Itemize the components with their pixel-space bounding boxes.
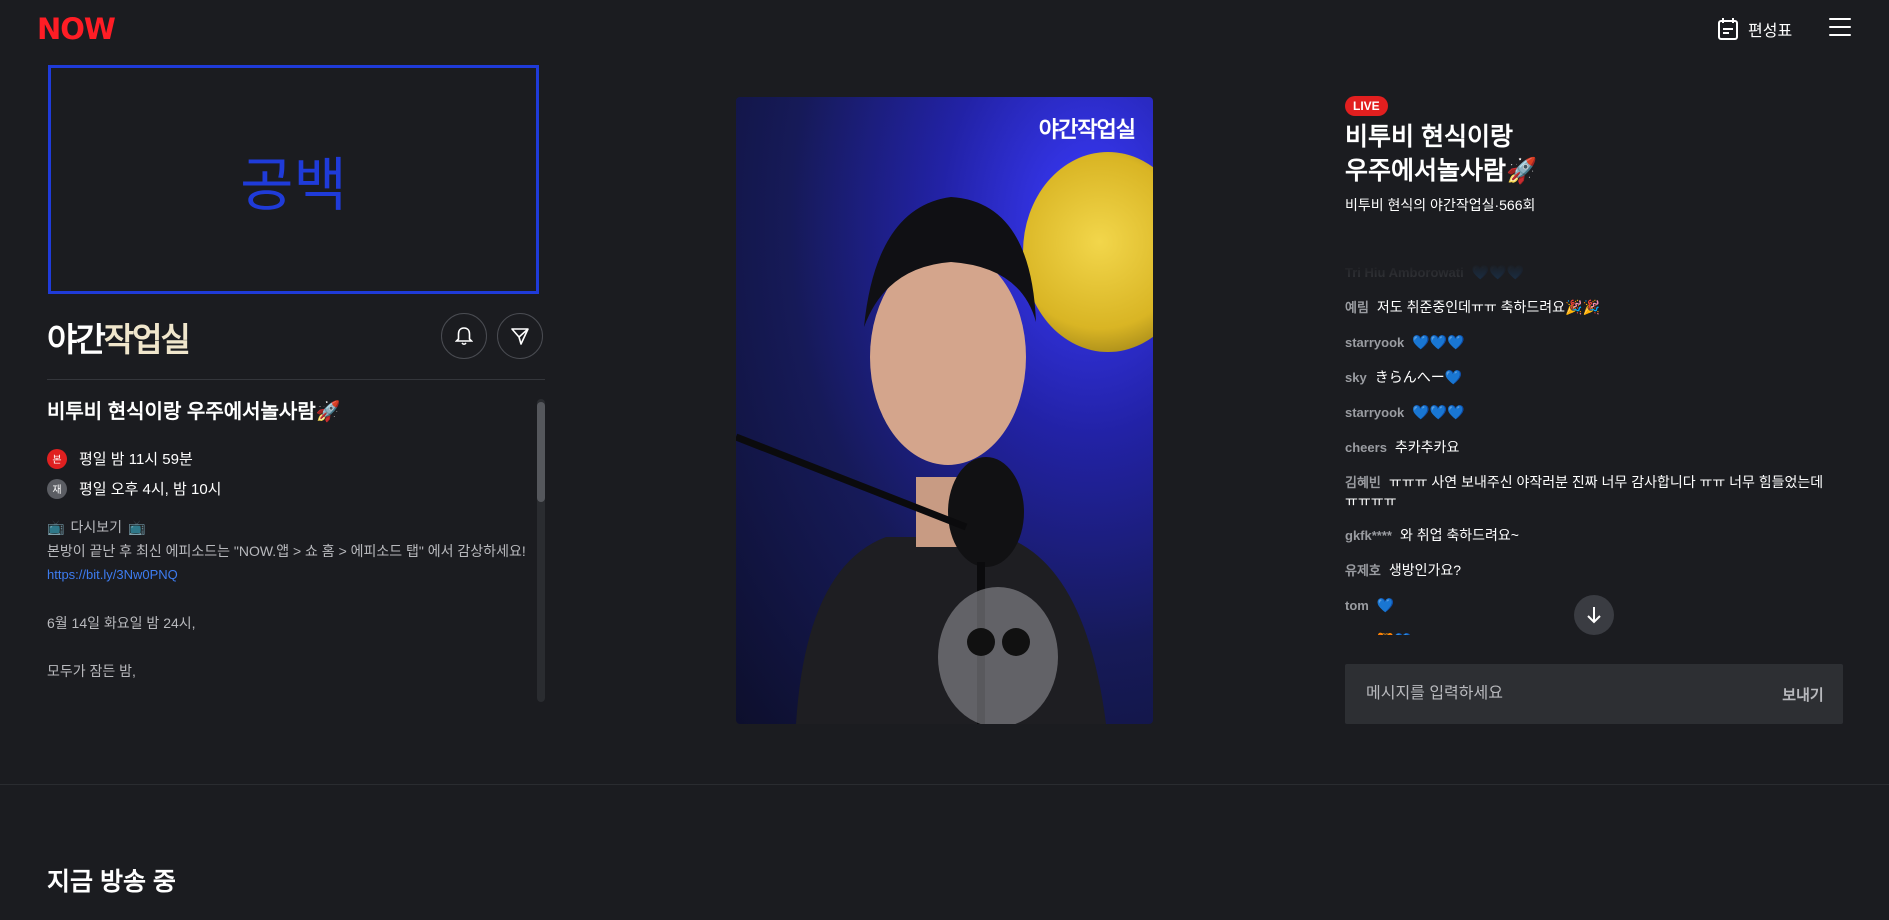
chat-message: 유제호 생방인가요? [1345, 562, 1462, 578]
placeholder-label: 공백 [240, 150, 347, 219]
blank-placeholder: 공백 [48, 65, 539, 294]
message-input[interactable] [1345, 685, 1763, 703]
live-title-line1: 비투비 현식이랑 [1345, 123, 1513, 151]
divider [47, 379, 545, 380]
hamburger-menu-icon[interactable] [1829, 18, 1851, 40]
schedule-row-main: 본 평일 밤 11시 59분 [47, 448, 537, 469]
show-title: 비투비 현식이랑 우주에서놀사람🚀 [47, 401, 341, 423]
rerun-badge: 재 [47, 478, 67, 499]
replay-link[interactable]: https://bit.ly/3Nw0PNQ [47, 563, 537, 587]
scroll-to-bottom-button[interactable] [1574, 595, 1614, 635]
host-figure [736, 197, 1106, 724]
video-player[interactable]: 야간작업실 [736, 97, 1153, 724]
replay-description: 본방이 끝난 후 최신 에피소드는 "NOW.앱 > 쇼 홈 > 에피소드 탭"… [47, 543, 526, 559]
now-logo[interactable]: NOW [37, 15, 117, 44]
chat-message: sky きらんへー💙 [1345, 369, 1463, 385]
section-title: 지금 방송 중 [47, 868, 176, 896]
schedule-row-rerun: 재 평일 오후 4시, 밤 10시 [47, 478, 537, 499]
share-button[interactable] [497, 313, 543, 359]
main-broadcast-badge: 본 [47, 448, 67, 469]
chat-message: Tri Hiu Amborowati 💙💙💙 [1345, 264, 1524, 280]
video-watermark: 야간작업실 [1038, 118, 1136, 143]
schedule-button[interactable]: 편성표 [1718, 16, 1792, 42]
schedule-label: 편성표 [1748, 23, 1793, 40]
chat-message: starryook 💙💙💙 [1345, 404, 1465, 420]
calendar-icon [1718, 18, 1738, 40]
description-line: 모두가 잠든 밤, [47, 663, 136, 679]
schedule-text: 평일 밤 11시 59분 [79, 451, 193, 468]
arrow-down-icon [1587, 607, 1601, 624]
tv-icon: 📺 [47, 518, 65, 535]
show-logo: 야간작업실 [47, 320, 191, 359]
chat-message: cheers 추카추카요 [1345, 439, 1460, 455]
scrollbar-thumb[interactable] [537, 402, 545, 502]
chat-message: gkfk**** 와 취업 축하드려요~ [1345, 527, 1519, 543]
chat-list[interactable]: Tri Hiu Amborowati 💙💙💙 예림 저도 취준중인데ㅠㅠ 축하드려요… [1345, 263, 1835, 635]
chat-message: 김혜빈 ㅠㅠㅠ 사연 보내주신 야작러분 진짜 너무 감사합니다 ㅠㅠ 너무 힘들… [1345, 474, 1824, 509]
live-subtitle: 비투비 현식의 야간작업실·566회 [1345, 197, 1536, 213]
send-button[interactable]: 보내기 [1763, 684, 1843, 705]
description-line: 6월 14일 화요일 밤 24시, [47, 615, 196, 631]
top-header: NOW 편성표 [0, 0, 1889, 58]
tv-icon: 📺 [127, 518, 146, 535]
replay-heading: 📺 다시보기 📺 [47, 518, 146, 536]
section-divider [0, 784, 1889, 785]
chat-message: 예림 저도 취준중인데ㅠㅠ 축하드려요🎉🎉 [1345, 299, 1600, 315]
schedule-text: 평일 오후 4시, 밤 10시 [79, 481, 222, 498]
chat-message: starryook 💙💙💙 [1345, 334, 1465, 350]
show-info-panel[interactable]: 비투비 현식이랑 우주에서놀사람🚀 본 평일 밤 11시 59분 재 평일 오후… [47, 398, 537, 700]
live-badge: LIVE [1345, 96, 1388, 116]
notification-button[interactable] [441, 313, 487, 359]
bell-icon [455, 327, 473, 346]
message-bar: 보내기 [1345, 664, 1843, 724]
send-icon [511, 328, 529, 345]
live-title-line2: 우주에서놀사람🚀 [1345, 157, 1538, 185]
